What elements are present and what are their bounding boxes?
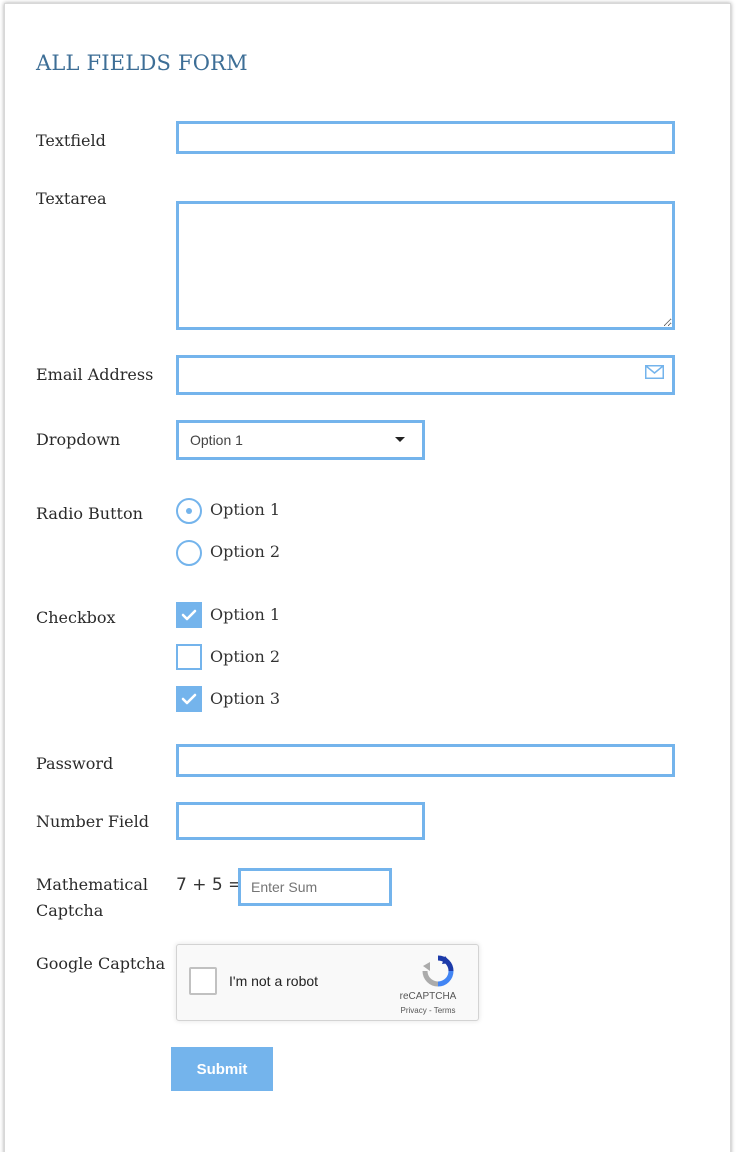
recaptcha-brand: reCAPTCHA — [399, 991, 457, 1002]
password-input[interactable] — [176, 744, 675, 777]
envelope-icon — [645, 365, 664, 379]
recaptcha-text: I'm not a robot — [229, 973, 319, 989]
math-captcha-expression: 7 + 5 = — [176, 875, 243, 895]
checkbox-label: Checkbox — [36, 608, 116, 627]
radio-option-1-label: Option 1 — [210, 500, 281, 519]
email-field-wrapper — [176, 355, 675, 395]
number-label: Number Field — [36, 812, 149, 831]
checkmark-icon — [181, 609, 197, 621]
email-label: Email Address — [36, 365, 154, 384]
radio-option-1[interactable] — [176, 498, 202, 524]
recaptcha-checkbox[interactable] — [189, 967, 217, 995]
checkbox-option-3-label: Option 3 — [210, 689, 281, 708]
number-input[interactable] — [176, 802, 425, 840]
checkbox-option-2-label: Option 2 — [210, 647, 281, 666]
password-label: Password — [36, 754, 114, 773]
math-captcha-label-line1: Mathematical — [36, 875, 148, 894]
google-captcha-label: Google Captcha — [36, 954, 166, 973]
dropdown-label: Dropdown — [36, 430, 121, 449]
chevron-down-icon — [395, 437, 405, 442]
checkbox-option-1-label: Option 1 — [210, 605, 281, 624]
checkmark-icon — [181, 693, 197, 705]
dropdown-selected-value: Option 1 — [190, 432, 243, 448]
textarea-label: Textarea — [36, 189, 107, 208]
email-input[interactable] — [176, 355, 675, 395]
recaptcha-privacy-terms-links[interactable]: Privacy - Terms — [383, 1006, 473, 1015]
textfield-input[interactable] — [176, 121, 675, 154]
submit-button[interactable]: Submit — [171, 1047, 273, 1091]
recaptcha-widget: I'm not a robot reCAPTCHA Privacy - Term… — [176, 944, 479, 1021]
checkbox-option-1[interactable] — [176, 602, 202, 628]
checkbox-option-3[interactable] — [176, 686, 202, 712]
dropdown-select[interactable]: Option 1 — [176, 420, 425, 460]
recaptcha-logo-icon — [422, 955, 454, 987]
math-captcha-label-line2: Captcha — [36, 901, 104, 920]
textarea-input[interactable] — [176, 201, 675, 330]
math-captcha-input[interactable] — [238, 868, 392, 906]
form-title: ALL FIELDS FORM — [36, 51, 248, 75]
radio-label: Radio Button — [36, 504, 143, 523]
radio-option-2-label: Option 2 — [210, 542, 281, 561]
checkbox-option-2[interactable] — [176, 644, 202, 670]
textfield-label: Textfield — [36, 131, 106, 150]
radio-option-2[interactable] — [176, 540, 202, 566]
